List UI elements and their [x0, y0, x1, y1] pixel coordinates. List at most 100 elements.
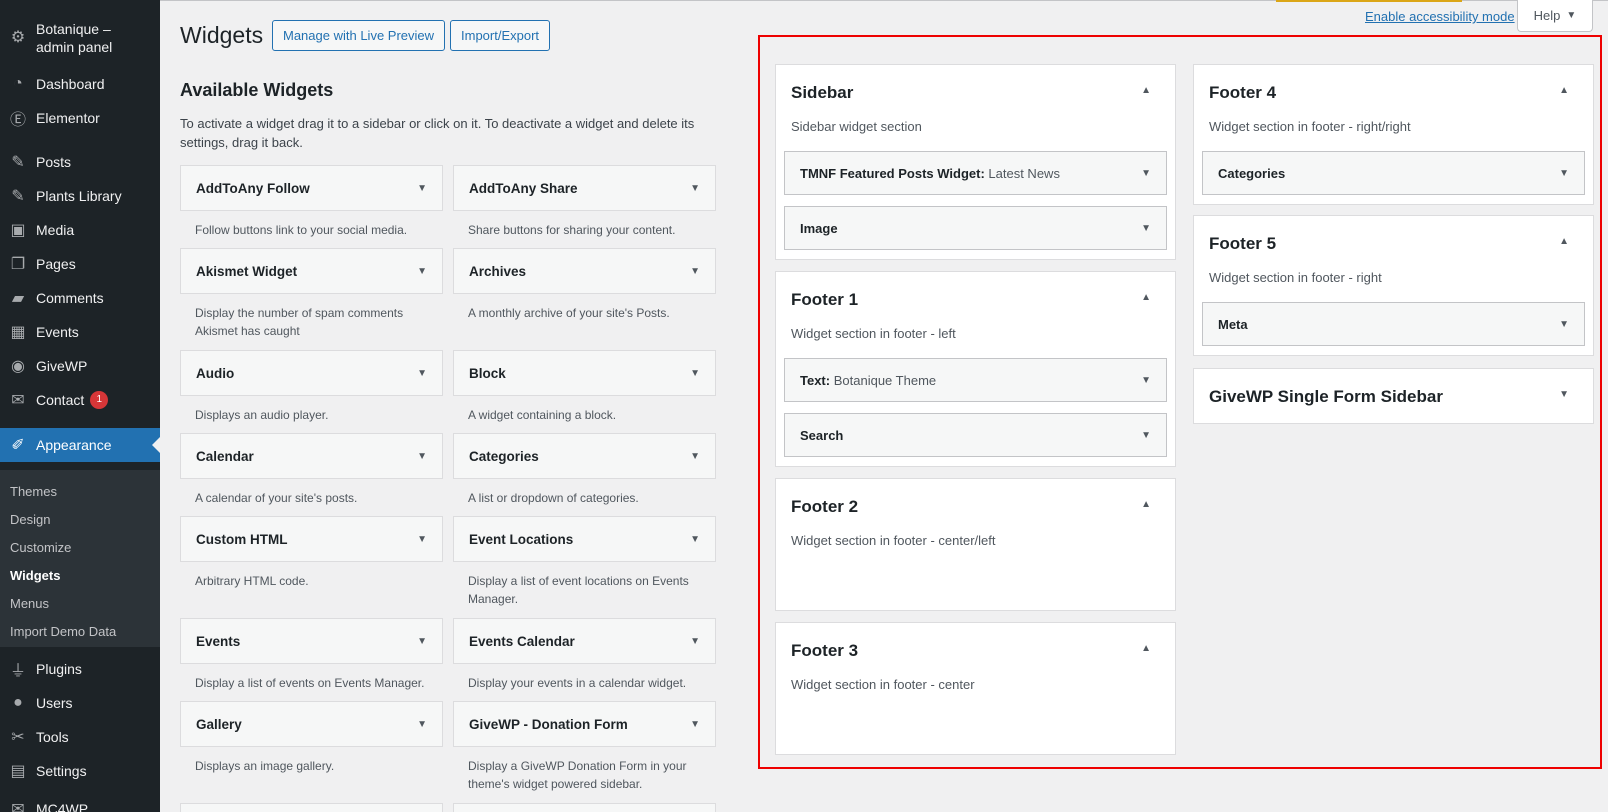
- menu-site-title[interactable]: ⚙ Botanique – admin panel: [0, 14, 160, 64]
- collapse-arrow-icon[interactable]: ▲: [1559, 85, 1569, 96]
- menu-item-settings[interactable]: ▤ Settings: [0, 754, 160, 788]
- widget-area-title[interactable]: GiveWP Single Form Sidebar: [1209, 387, 1443, 407]
- elementor-icon: Ⓔ: [9, 112, 26, 129]
- expand-arrow-icon[interactable]: ▼: [417, 636, 427, 647]
- menu-item-tools[interactable]: ✂ Tools: [0, 720, 160, 754]
- expand-arrow-icon[interactable]: ▼: [690, 451, 700, 462]
- expand-arrow-icon[interactable]: ▼: [417, 534, 427, 545]
- expand-arrow-icon[interactable]: ▼: [1141, 430, 1151, 441]
- menu-item-users[interactable]: ● Users: [0, 686, 160, 720]
- widget-meta[interactable]: Meta ▼: [1202, 302, 1585, 346]
- available-widget[interactable]: Categories ▼: [453, 433, 716, 479]
- menu-item-pages[interactable]: ❐ Pages: [0, 247, 160, 281]
- mc4wp-icon: ✉: [11, 801, 25, 812]
- collapse-arrow-icon[interactable]: ▲: [1141, 85, 1151, 96]
- widget-text[interactable]: Text: Botanique Theme ▼: [784, 358, 1167, 402]
- expand-arrow-icon[interactable]: ▼: [417, 719, 427, 730]
- menu-item-elementor[interactable]: Ⓔ Elementor: [0, 101, 160, 135]
- submenu-item-menus[interactable]: Menus: [10, 596, 49, 611]
- menu-item-dashboard[interactable]: ◔ Dashboard: [0, 67, 160, 101]
- widget-area-footer-1: Footer 1 ▲ Widget section in footer - le…: [775, 271, 1176, 467]
- widget-area-title[interactable]: Footer 5: [1209, 234, 1276, 254]
- menu-item-givewp[interactable]: ◉ GiveWP: [0, 349, 160, 383]
- expand-arrow-icon[interactable]: ▼: [417, 451, 427, 462]
- widget-area-description: Sidebar widget section: [791, 119, 922, 134]
- widget-area-title[interactable]: Footer 2: [791, 497, 858, 517]
- submenu-item-widgets[interactable]: Widgets: [10, 568, 60, 583]
- expand-arrow-icon[interactable]: ▼: [1141, 375, 1151, 386]
- submenu-item-themes[interactable]: Themes: [10, 484, 57, 499]
- collapse-arrow-icon[interactable]: ▲: [1559, 236, 1569, 247]
- menu-label: Contact: [36, 392, 85, 408]
- expand-arrow-icon[interactable]: ▼: [417, 266, 427, 277]
- available-widget[interactable]: AddToAny Share ▼: [453, 165, 716, 211]
- menu-item-events[interactable]: ▦ Events: [0, 315, 160, 349]
- available-widget[interactable]: Akismet Widget ▼: [180, 248, 443, 294]
- submenu-item-import-demo-data[interactable]: Import Demo Data: [10, 624, 116, 639]
- widget-tmnf-featured-posts[interactable]: TMNF Featured Posts Widget: Latest News …: [784, 151, 1167, 195]
- widget-area-title[interactable]: Sidebar: [791, 83, 853, 103]
- expand-arrow-icon[interactable]: ▼: [1559, 319, 1569, 330]
- expand-arrow-icon[interactable]: ▼: [690, 534, 700, 545]
- menu-item-plugins[interactable]: ⏚ Plugins: [0, 652, 160, 686]
- manage-live-preview-button[interactable]: Manage with Live Preview: [272, 20, 446, 51]
- widget-search[interactable]: Search ▼: [784, 413, 1167, 457]
- expand-arrow-icon[interactable]: ▼: [690, 266, 700, 277]
- available-widget[interactable]: Event Locations ▼: [453, 516, 716, 562]
- available-widget[interactable]: GiveWP - Donation Form ▼: [453, 701, 716, 747]
- menu-item-appearance[interactable]: ✐ Appearance: [0, 428, 160, 462]
- page-title: Widgets: [180, 22, 264, 48]
- expand-arrow-icon[interactable]: ▼: [690, 636, 700, 647]
- available-widget[interactable]: AddToAny Follow ▼: [180, 165, 443, 211]
- widget-categories[interactable]: Categories ▼: [1202, 151, 1585, 195]
- expand-arrow-icon[interactable]: ▼: [1141, 223, 1151, 234]
- accessibility-mode-link[interactable]: Enable accessibility mode: [1365, 9, 1515, 24]
- available-widgets-title: Available Widgets: [180, 80, 334, 100]
- available-widget[interactable]: Events ▼: [180, 618, 443, 664]
- expand-arrow-icon[interactable]: ▼: [690, 368, 700, 379]
- widget-area-title[interactable]: Footer 1: [791, 290, 858, 310]
- expand-arrow-icon[interactable]: ▼: [417, 183, 427, 194]
- expand-arrow-icon[interactable]: ▼: [1559, 168, 1569, 179]
- collapse-arrow-icon[interactable]: ▲: [1141, 292, 1151, 303]
- help-tab[interactable]: Help ▼: [1517, 0, 1593, 32]
- expand-arrow-icon[interactable]: ▼: [417, 368, 427, 379]
- widget-area-title[interactable]: Footer 4: [1209, 83, 1276, 103]
- menu-item-plants-library[interactable]: ✎ Plants Library: [0, 179, 160, 213]
- collapse-arrow-icon[interactable]: ▲: [1141, 643, 1151, 654]
- menu-item-contact[interactable]: ✉ Contact 1: [0, 383, 160, 417]
- available-widget[interactable]: Gallery ▼: [180, 701, 443, 747]
- expand-arrow-icon[interactable]: ▼: [690, 183, 700, 194]
- widget-description: A list or dropdown of categories.: [468, 491, 639, 505]
- expand-arrow-icon[interactable]: ▼: [1559, 389, 1569, 400]
- widget-area-title[interactable]: Footer 3: [791, 641, 858, 661]
- available-widget[interactable]: Audio ▼: [180, 350, 443, 396]
- widget-area-givewp-single-form[interactable]: GiveWP Single Form Sidebar ▼: [1193, 368, 1594, 424]
- media-icon: ▣: [10, 222, 26, 239]
- submenu-item-customize[interactable]: Customize: [10, 540, 71, 555]
- available-widget[interactable]: [180, 803, 443, 812]
- expand-arrow-icon[interactable]: ▼: [690, 719, 700, 730]
- menu-label: Users: [36, 695, 73, 711]
- import-export-button[interactable]: Import/Export: [450, 20, 551, 51]
- widget-description: Display a GiveWP Donation Form in your t…: [468, 759, 687, 791]
- menu-item-mc4wp[interactable]: ✉ MC4WP: [0, 792, 160, 812]
- menu-item-comments[interactable]: ▰ Comments: [0, 281, 160, 315]
- menu-item-media[interactable]: ▣ Media: [0, 213, 160, 247]
- menu-label: Elementor: [36, 110, 100, 126]
- expand-arrow-icon[interactable]: ▼: [1141, 168, 1151, 179]
- available-widget[interactable]: Events Calendar ▼: [453, 618, 716, 664]
- available-widget[interactable]: Archives ▼: [453, 248, 716, 294]
- widget-image[interactable]: Image ▼: [784, 206, 1167, 250]
- widget-description: A calendar of your site's posts.: [195, 491, 358, 505]
- available-widget[interactable]: [453, 803, 716, 812]
- menu-item-posts[interactable]: ✎ Posts: [0, 145, 160, 179]
- sliders-icon: ▤: [10, 763, 26, 780]
- available-widget[interactable]: Custom HTML ▼: [180, 516, 443, 562]
- submenu-item-design[interactable]: Design: [10, 512, 50, 527]
- caret-down-icon: ▼: [1566, 10, 1577, 21]
- collapse-arrow-icon[interactable]: ▲: [1141, 499, 1151, 510]
- available-widget[interactable]: Block ▼: [453, 350, 716, 396]
- available-widget[interactable]: Calendar ▼: [180, 433, 443, 479]
- widget-title: Archives: [469, 263, 527, 279]
